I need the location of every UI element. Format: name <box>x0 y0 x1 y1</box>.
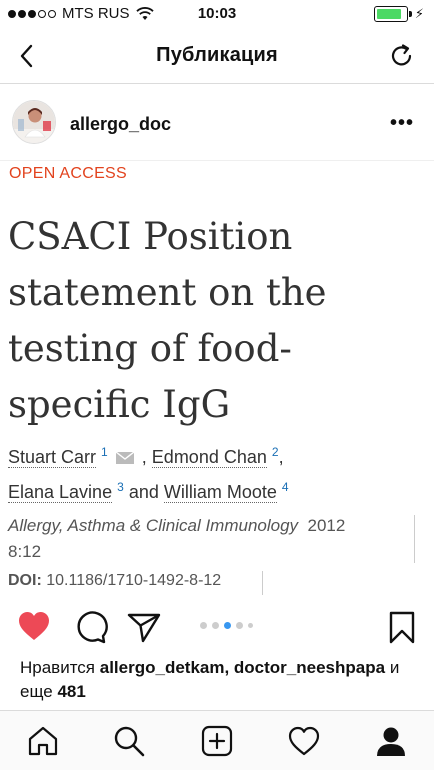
search-icon <box>114 726 145 757</box>
tab-profile[interactable] <box>374 724 408 758</box>
post-actions <box>0 601 434 653</box>
tab-home[interactable] <box>26 724 60 758</box>
doi-label: DOI: <box>8 572 42 589</box>
author-separator: , <box>141 447 147 467</box>
author-name: Elana Lavine <box>8 482 113 503</box>
profile-icon <box>377 727 405 756</box>
author-list: Stuart Carr 1 , Edmond Chan 2, Elana Lav… <box>8 437 428 507</box>
post-username[interactable]: allergo_doc <box>70 114 171 135</box>
clock: 10:03 <box>197 5 237 22</box>
likes-users[interactable]: allergo_detkam, doctor_neeshpapa <box>100 658 385 677</box>
carousel-dot <box>224 622 231 629</box>
author-name: Edmond Chan <box>151 447 267 468</box>
home-icon <box>28 726 58 756</box>
journal-volume: 8:12 <box>8 542 42 561</box>
comment-icon <box>77 611 108 644</box>
tab-search[interactable] <box>112 724 146 758</box>
share-button[interactable] <box>126 609 162 645</box>
journal-citation: Allergy, Asthma & Clinical Immunology 20… <box>8 513 408 565</box>
mail-icon <box>115 451 135 465</box>
activity-icon <box>288 726 320 756</box>
author-affiliation: 4 <box>281 480 289 494</box>
add-post-icon <box>201 725 233 757</box>
divider <box>414 515 415 563</box>
article-title: CSACI Position statement on the testing … <box>8 215 327 426</box>
refresh-icon <box>391 44 412 66</box>
refresh-button[interactable] <box>388 42 416 70</box>
author-affiliation: 1 <box>101 445 108 459</box>
post-header: allergo_doc ••• <box>0 84 434 161</box>
author-affiliation: 3 <box>117 480 124 494</box>
doi-row: DOI: 10.1186/1710-1492-8-12 <box>8 572 221 590</box>
status-bar: MTS RUS 10:03 ⚡ <box>0 0 434 28</box>
avatar[interactable] <box>12 100 56 144</box>
battery-icon <box>374 6 412 22</box>
divider <box>262 571 263 595</box>
journal-year: 2012 <box>307 516 346 535</box>
likes-prefix: Нравится <box>20 658 96 677</box>
likes-summary: Нравится allergo_detkam, doctor_neeshpap… <box>20 656 420 704</box>
journal-name: Allergy, Asthma & Clinical Immunology <box>8 516 299 535</box>
author-name: Stuart Carr <box>8 447 97 468</box>
author-separator: and <box>128 482 159 502</box>
nav-bar: Публикация <box>0 28 434 84</box>
like-button[interactable] <box>16 609 52 645</box>
author-affiliation: 2 <box>271 445 279 459</box>
carousel-dot <box>248 623 253 628</box>
carousel-dot <box>212 622 219 629</box>
page-title: Публикация <box>156 44 278 66</box>
more-options-button[interactable]: ••• <box>390 112 414 135</box>
open-access-label: OPEN ACCESS <box>9 165 128 182</box>
carousel-dot <box>200 622 207 629</box>
bookmark-icon <box>389 611 415 644</box>
carousel-dot <box>236 622 243 629</box>
doi-value: 10.1186/1710-1492-8-12 <box>46 572 222 589</box>
carousel-indicator <box>200 622 253 629</box>
tab-new-post[interactable] <box>200 724 234 758</box>
author-name: William Moote <box>163 482 277 503</box>
send-icon <box>127 613 161 643</box>
tab-activity[interactable] <box>287 724 321 758</box>
tab-bar <box>0 710 434 770</box>
likes-count[interactable]: 481 <box>57 682 85 701</box>
author-separator: , <box>278 447 284 467</box>
comment-button[interactable] <box>72 609 108 645</box>
bookmark-button[interactable] <box>384 609 420 645</box>
post-image[interactable]: OPEN ACCESS CSACI Position statement on … <box>0 161 434 601</box>
heart-filled-icon <box>19 612 49 640</box>
charging-icon: ⚡ <box>414 6 424 21</box>
